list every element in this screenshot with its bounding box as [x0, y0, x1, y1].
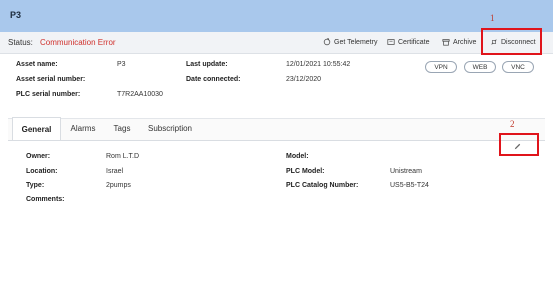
annotation-box-edit: [499, 133, 539, 156]
plc-model-label: PLC Model:: [286, 168, 325, 175]
location-label: Location:: [26, 168, 58, 175]
vpn-button[interactable]: VPN: [425, 61, 457, 73]
get-telemetry-button[interactable]: Get Telemetry: [323, 38, 377, 46]
annotation-number-1: 1: [490, 13, 495, 23]
asset-name-value: P3: [117, 61, 126, 68]
location-value: Israel: [106, 168, 124, 175]
plc-catalog-label: PLC Catalog Number:: [286, 182, 359, 189]
status-value: Communication Error: [40, 38, 116, 47]
asset-serial-label: Asset serial number:: [16, 76, 86, 83]
asset-name-label: Asset name:: [16, 61, 58, 68]
type-label: Type:: [26, 182, 45, 189]
last-update-label: Last update:: [186, 61, 228, 68]
annotation-box-disconnect: [481, 28, 542, 55]
certificate-icon: [387, 39, 395, 45]
vnc-button[interactable]: VNC: [502, 61, 534, 73]
general-panel: [8, 140, 545, 305]
model-label: Model:: [286, 153, 309, 160]
certificate-label: Certificate: [398, 38, 430, 46]
plc-serial-value: T7R2AA10030: [117, 91, 163, 98]
date-connected-value: 23/12/2020: [286, 76, 322, 83]
title-bar: P3: [0, 0, 553, 32]
tab-tags[interactable]: Tags: [108, 117, 136, 140]
last-update-value: 12/01/2021 10:55:42: [286, 61, 351, 68]
plc-catalog-value: US5-B5-T24: [390, 182, 429, 189]
plc-serial-label: PLC serial number:: [16, 91, 81, 98]
web-button[interactable]: WEB: [464, 61, 496, 73]
plc-model-value: Unistream: [390, 168, 422, 175]
type-value: 2pumps: [106, 182, 131, 189]
status-bar: Status: Communication Error Get Telemetr…: [0, 32, 553, 54]
page-title: P3: [10, 10, 22, 20]
archive-button[interactable]: Archive: [442, 38, 476, 46]
owner-label: Owner:: [26, 153, 51, 160]
annotation-number-2: 2: [510, 119, 515, 129]
owner-value: Rom L.T.D: [106, 153, 140, 160]
refresh-icon: [323, 38, 331, 46]
comments-label: Comments:: [26, 196, 65, 203]
status-label: Status:: [8, 38, 33, 47]
date-connected-label: Date connected:: [186, 76, 241, 83]
tab-general[interactable]: General: [12, 117, 61, 141]
tab-subscription[interactable]: Subscription: [144, 117, 196, 140]
archive-icon: [442, 39, 450, 46]
certificate-button[interactable]: Certificate: [387, 38, 430, 46]
tab-alarms[interactable]: Alarms: [65, 117, 101, 140]
get-telemetry-label: Get Telemetry: [334, 38, 378, 46]
archive-label: Archive: [453, 38, 477, 46]
